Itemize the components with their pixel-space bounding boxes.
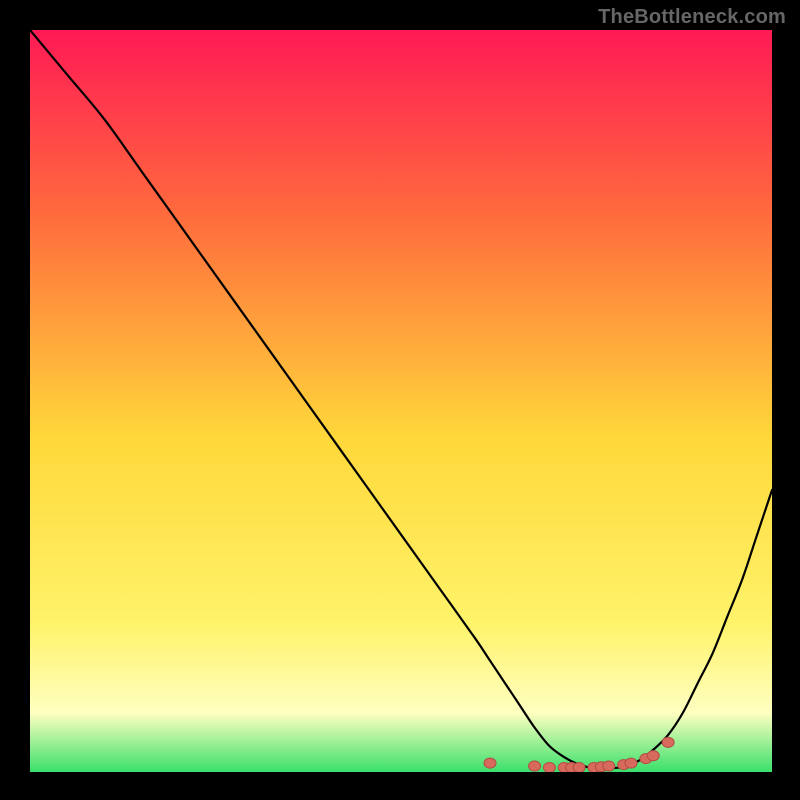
data-marker [625,758,637,768]
data-marker [543,763,555,772]
chart-container: TheBottleneck.com [0,0,800,800]
data-marker [529,761,541,771]
data-marker [484,758,496,768]
data-marker [647,751,659,761]
data-marker [662,737,674,747]
chart-svg [30,30,772,772]
data-marker [603,761,615,771]
plot-area [30,30,772,772]
watermark-text: TheBottleneck.com [598,6,786,29]
gradient-background [30,30,772,772]
data-marker [573,763,585,772]
